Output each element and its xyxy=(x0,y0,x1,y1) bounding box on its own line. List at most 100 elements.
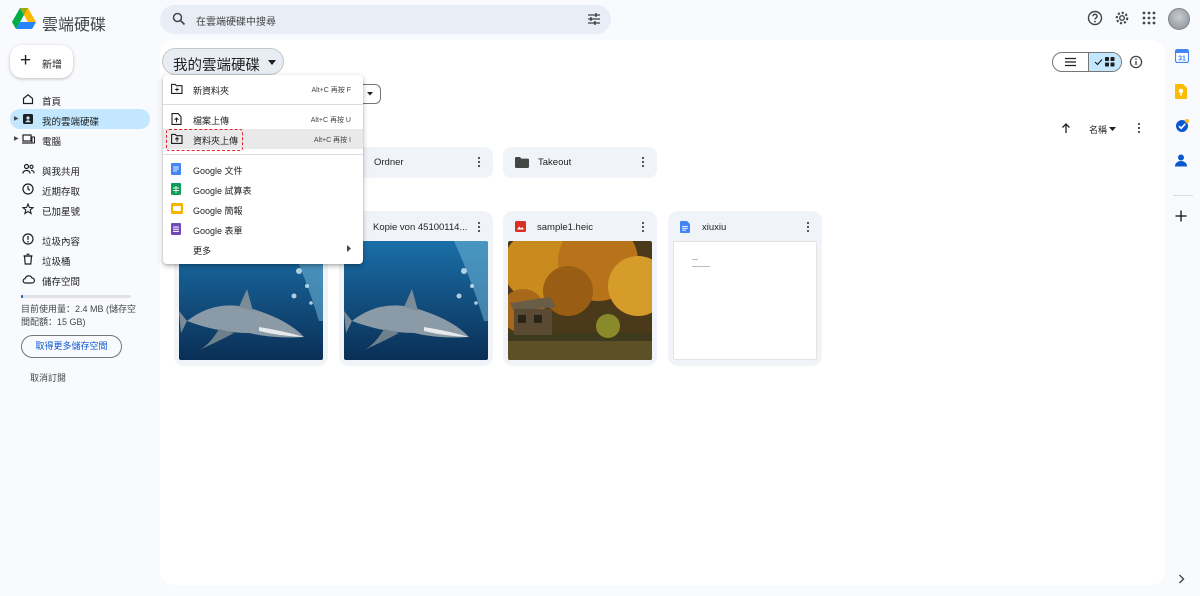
my-drive-title-button[interactable]: 我的雲端硬碟 xyxy=(162,48,284,75)
more-vertical-icon[interactable] xyxy=(1134,122,1144,134)
plus-icon: + xyxy=(20,50,32,71)
document-line xyxy=(692,266,710,267)
menu-item-new-folder[interactable]: 新資料夾 Alt+C 再按 F xyxy=(163,79,363,99)
more-vertical-icon[interactable] xyxy=(474,156,484,168)
more-vertical-icon[interactable] xyxy=(803,221,813,233)
search-options-icon[interactable] xyxy=(587,12,601,26)
menu-item-label: Google 表單 xyxy=(193,226,243,236)
computer-icon xyxy=(22,133,35,145)
menu-divider xyxy=(163,154,363,155)
info-icon[interactable] xyxy=(1129,55,1143,69)
submenu-arrow-icon xyxy=(347,245,351,252)
google-docs-icon xyxy=(171,163,181,175)
menu-item-label: 新資料夾 xyxy=(193,86,230,96)
filter-chip[interactable] xyxy=(360,84,381,104)
sidebar-item-trash[interactable]: 垃圾桶 xyxy=(10,249,150,269)
new-button[interactable]: + 新增 xyxy=(10,45,73,78)
menu-item-more[interactable]: 更多 xyxy=(163,239,363,259)
rail-divider xyxy=(1173,195,1193,196)
star-icon xyxy=(22,203,34,215)
search-icon[interactable] xyxy=(172,12,186,26)
spam-icon xyxy=(22,233,34,245)
sidebar-item-my-drive[interactable]: ▶ 我的雲端硬碟 xyxy=(10,109,150,129)
sidebar-item-storage[interactable]: 儲存空間 xyxy=(10,269,150,289)
home-icon xyxy=(22,93,34,105)
menu-item-google-slides[interactable]: Google 簡報 xyxy=(163,199,363,219)
sidebar-item-label: 電腦 xyxy=(42,137,62,148)
file-card[interactable]: xiuxiu xyxy=(668,211,822,366)
sidebar-item-starred[interactable]: 已加星號 xyxy=(10,199,150,219)
calendar-app-icon[interactable]: 31 xyxy=(1175,49,1191,65)
page-title: 我的雲端硬碟 xyxy=(173,58,260,74)
svg-text:31: 31 xyxy=(1178,56,1186,63)
my-drive-icon xyxy=(22,113,34,125)
menu-item-google-forms[interactable]: Google 表單 xyxy=(163,219,363,239)
sidebar-item-shared[interactable]: 與我共用 xyxy=(10,159,150,179)
menu-item-file-upload[interactable]: 檔案上傳 Alt+C 再按 U xyxy=(163,109,363,129)
file-card[interactable]: sample1.heic xyxy=(503,211,657,366)
sidebar-item-label: 垃圾桶 xyxy=(42,257,71,268)
people-icon xyxy=(22,163,35,175)
trash-icon xyxy=(22,253,34,265)
sidebar-item-spam[interactable]: 垃圾內容 xyxy=(10,229,150,249)
google-docs-icon xyxy=(680,221,690,233)
menu-item-shortcut: Alt+C 再按 F xyxy=(311,87,351,94)
apps-grid-icon[interactable] xyxy=(1141,10,1159,28)
drive-logo-icon[interactable] xyxy=(12,8,36,30)
file-name: Kopie von 45100114... xyxy=(373,222,468,233)
more-vertical-icon[interactable] xyxy=(474,221,484,233)
grid-view-button[interactable] xyxy=(1088,53,1121,71)
view-toggle[interactable] xyxy=(1052,52,1122,72)
folder-name: Ordner xyxy=(374,157,404,168)
search-bar[interactable]: 在雲端硬碟中搜尋 xyxy=(160,5,611,34)
file-thumbnail-shark-image[interactable] xyxy=(344,241,488,360)
search-input[interactable]: 在雲端硬碟中搜尋 xyxy=(196,13,276,28)
folder-name: Takeout xyxy=(538,157,572,168)
sidebar-item-label: 我的雲端硬碟 xyxy=(42,117,100,128)
list-view-button[interactable] xyxy=(1053,53,1088,71)
sidebar-item-home[interactable]: 首頁 xyxy=(10,89,150,109)
keep-app-icon[interactable] xyxy=(1175,84,1191,100)
contacts-app-icon[interactable] xyxy=(1175,154,1191,170)
sort-direction-icon[interactable] xyxy=(1060,122,1072,134)
menu-item-label: Google 試算表 xyxy=(193,186,252,196)
account-avatar[interactable] xyxy=(1168,8,1190,30)
caret-down-icon xyxy=(1109,127,1116,131)
sidebar-item-computers[interactable]: ▶ 電腦 xyxy=(10,129,150,149)
expand-arrow-icon[interactable]: ▶ xyxy=(14,115,19,122)
file-upload-icon xyxy=(171,113,182,125)
settings-gear-icon[interactable] xyxy=(1114,10,1132,28)
cloud-icon xyxy=(22,273,35,285)
sidebar-item-label: 儲存空間 xyxy=(42,277,81,288)
folder-card[interactable]: Takeout xyxy=(503,147,657,178)
sidebar-item-label: 近期存取 xyxy=(42,187,81,198)
app-title: 雲端硬碟 xyxy=(42,17,107,34)
menu-divider xyxy=(163,104,363,105)
menu-item-shortcut: Alt+C 再按 U xyxy=(310,117,351,124)
unsubscribe-link[interactable]: 取消訂閱 xyxy=(30,371,66,384)
more-vertical-icon[interactable] xyxy=(638,221,648,233)
folder-icon xyxy=(515,157,529,168)
file-name: sample1.heic xyxy=(537,222,593,233)
more-vertical-icon[interactable] xyxy=(638,156,648,168)
add-app-plus-icon[interactable] xyxy=(1175,210,1191,226)
sidebar-item-recent[interactable]: 近期存取 xyxy=(10,179,150,199)
chevron-right-icon[interactable] xyxy=(1178,574,1185,584)
google-slides-icon xyxy=(171,203,183,214)
tasks-app-icon[interactable] xyxy=(1175,119,1191,135)
clock-icon xyxy=(22,183,34,195)
file-thumbnail-autumn-cabin-image[interactable] xyxy=(508,241,652,360)
file-thumbnail-document[interactable] xyxy=(673,241,817,360)
sort-by-name-button[interactable]: 名稱 xyxy=(1089,123,1107,136)
new-button-label: 新增 xyxy=(42,60,62,71)
expand-arrow-icon[interactable]: ▶ xyxy=(14,135,19,142)
image-file-icon xyxy=(515,221,526,232)
menu-item-google-sheets[interactable]: Google 試算表 xyxy=(163,179,363,199)
help-icon[interactable] xyxy=(1087,10,1105,28)
menu-item-google-docs[interactable]: Google 文件 xyxy=(163,159,363,179)
new-item-menu: 新資料夾 Alt+C 再按 F 檔案上傳 Alt+C 再按 U 資料夾上傳 Al… xyxy=(163,75,363,264)
menu-item-label: 更多 xyxy=(193,246,212,256)
storage-usage-bar xyxy=(21,295,131,298)
new-folder-icon xyxy=(171,83,183,94)
get-more-storage-button[interactable]: 取得更多儲存空間 xyxy=(21,335,122,358)
